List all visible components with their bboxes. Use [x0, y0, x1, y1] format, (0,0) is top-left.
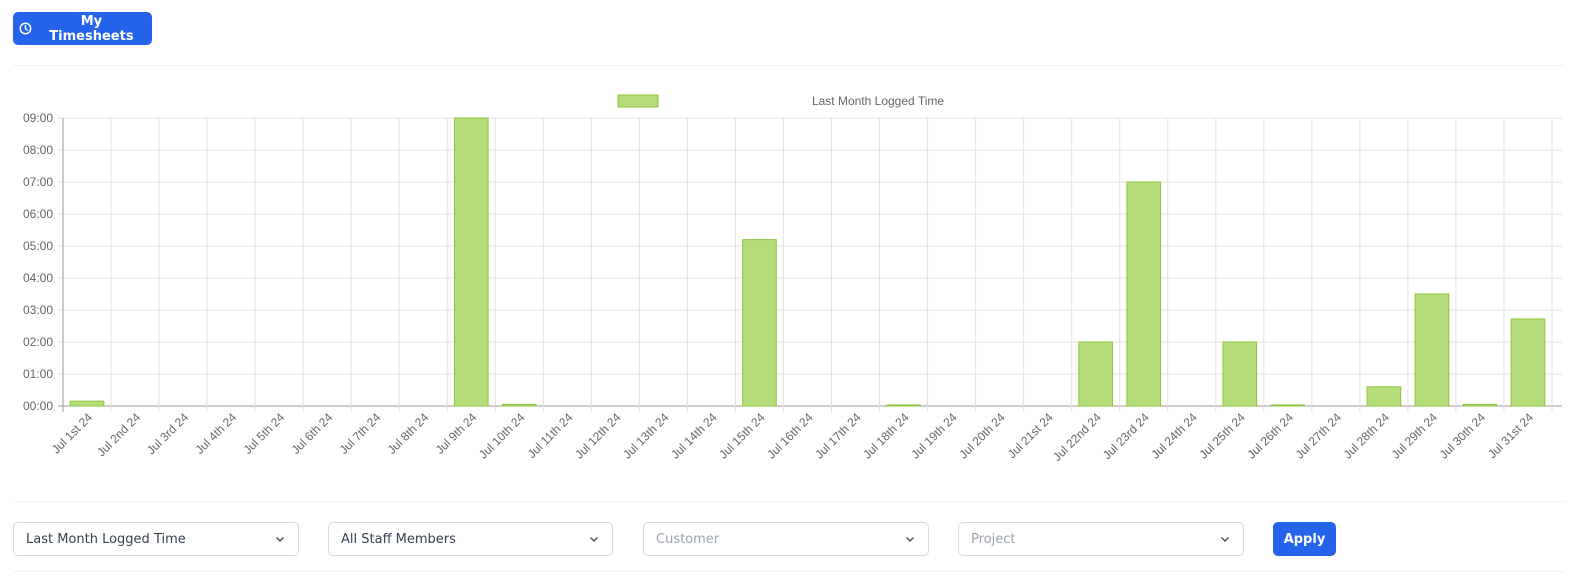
x-tick-label: Jul 26th 24: [1245, 410, 1297, 462]
x-tick-label: Jul 1st 24: [49, 410, 95, 456]
my-timesheets-label: My Timesheets: [49, 13, 134, 44]
bar: [1414, 293, 1450, 407]
y-tick-label: 02:00: [23, 335, 53, 349]
chevron-down-icon: [906, 537, 914, 542]
x-tick-label: Jul 15th 24: [716, 410, 768, 462]
x-tick-label: Jul 19th 24: [908, 410, 960, 462]
bar: [886, 404, 921, 407]
x-tick-label: Jul 31st 24: [1485, 410, 1536, 461]
bar: [1126, 181, 1162, 407]
project-select[interactable]: Project: [958, 522, 1244, 556]
chart-legend: Last Month Logged Time: [617, 94, 944, 108]
x-tick-label: Jul 5th 24: [241, 410, 288, 457]
bar: [501, 403, 537, 407]
period-select-value: Last Month Logged Time: [26, 531, 186, 547]
project-select-placeholder: Project: [971, 531, 1016, 547]
x-tick-label: Jul 24th 24: [1148, 410, 1200, 462]
bar: [742, 239, 777, 407]
x-tick-label: Jul 30th 24: [1437, 410, 1489, 462]
filters-bar: Last Month Logged Time All Staff Members…: [0, 522, 1585, 556]
y-tick-label: 08:00: [23, 143, 53, 157]
apply-button[interactable]: Apply: [1273, 522, 1336, 556]
x-tick-label: Jul 14th 24: [668, 410, 720, 462]
y-tick-label: 00:00: [23, 399, 53, 413]
chevron-down-icon: [590, 537, 598, 542]
bar: [1510, 318, 1546, 407]
bar: [1462, 403, 1498, 407]
y-tick-label: 01:00: [23, 367, 53, 381]
bar: [69, 400, 105, 407]
chevron-down-icon: [276, 537, 284, 542]
bar: [1078, 341, 1114, 407]
x-tick-label: Jul 4th 24: [193, 410, 240, 457]
x-tick-label: Jul 27th 24: [1293, 410, 1345, 462]
staff-select[interactable]: All Staff Members: [328, 522, 613, 556]
period-select[interactable]: Last Month Logged Time: [13, 522, 299, 556]
x-tick-label: Jul 13th 24: [620, 410, 672, 462]
my-timesheets-button[interactable]: My Timesheets: [13, 12, 152, 45]
y-tick-label: 09:00: [23, 111, 53, 125]
bar: [1270, 404, 1306, 407]
customer-select[interactable]: Customer: [643, 522, 929, 556]
x-tick-label: Jul 16th 24: [764, 410, 816, 462]
x-tick-label: Jul 21st 24: [1005, 410, 1056, 461]
y-tick-label: 07:00: [23, 175, 53, 189]
bar: [453, 117, 489, 407]
chart-axes: 00:00 01:00 02:00 03:00 04:00 05:00 06:00 07:00…: [23, 111, 1536, 464]
chart-bottom-divider: [13, 501, 1565, 502]
bar: [1366, 386, 1402, 407]
y-tick-label: 04:00: [23, 271, 53, 285]
legend-label[interactable]: Last Month Logged Time: [812, 94, 944, 108]
x-tick-label: Jul 6th 24: [289, 410, 336, 457]
legend-swatch[interactable]: [617, 94, 659, 108]
x-tick-label: Jul 10th 24: [476, 410, 528, 462]
clock-icon: [19, 22, 32, 35]
chart-grid: [58, 117, 1562, 412]
customer-select-placeholder: Customer: [656, 531, 720, 547]
x-tick-label: Jul 23rd 24: [1100, 410, 1152, 462]
x-tick-label: Jul 29th 24: [1389, 410, 1441, 462]
x-tick-label: Jul 8th 24: [385, 410, 432, 457]
y-tick-label: 03:00: [23, 303, 53, 317]
x-tick-label: Jul 22nd 24: [1050, 410, 1104, 464]
x-tick-label: Jul 12th 24: [572, 410, 624, 462]
top-divider: [13, 65, 1565, 66]
x-tick-label: Jul 9th 24: [433, 410, 480, 457]
y-tick-label: 06:00: [23, 207, 53, 221]
x-tick-label: Jul 28th 24: [1341, 410, 1393, 462]
chevron-down-icon: [1221, 537, 1229, 542]
x-tick-label: Jul 3rd 24: [144, 410, 191, 457]
x-tick-label: Jul 11th 24: [525, 410, 576, 461]
x-tick-label: Jul 18th 24: [860, 410, 912, 462]
bottom-divider: [13, 571, 1565, 572]
bar: [1222, 341, 1258, 407]
y-tick-label: 05:00: [23, 239, 53, 253]
logged-time-chart: 00:00 01:00 02:00 03:00 04:00 05:00 06:00 07:00…: [23, 94, 1562, 464]
x-tick-label: Jul 25th 24: [1196, 410, 1248, 462]
x-tick-label: Jul 7th 24: [337, 410, 384, 457]
staff-select-value: All Staff Members: [341, 531, 456, 547]
chart-bars: [69, 117, 1546, 407]
x-tick-label: Jul 20th 24: [956, 410, 1008, 462]
x-tick-label: Jul 17th 24: [812, 410, 864, 462]
x-tick-label: Jul 2nd 24: [94, 410, 143, 459]
